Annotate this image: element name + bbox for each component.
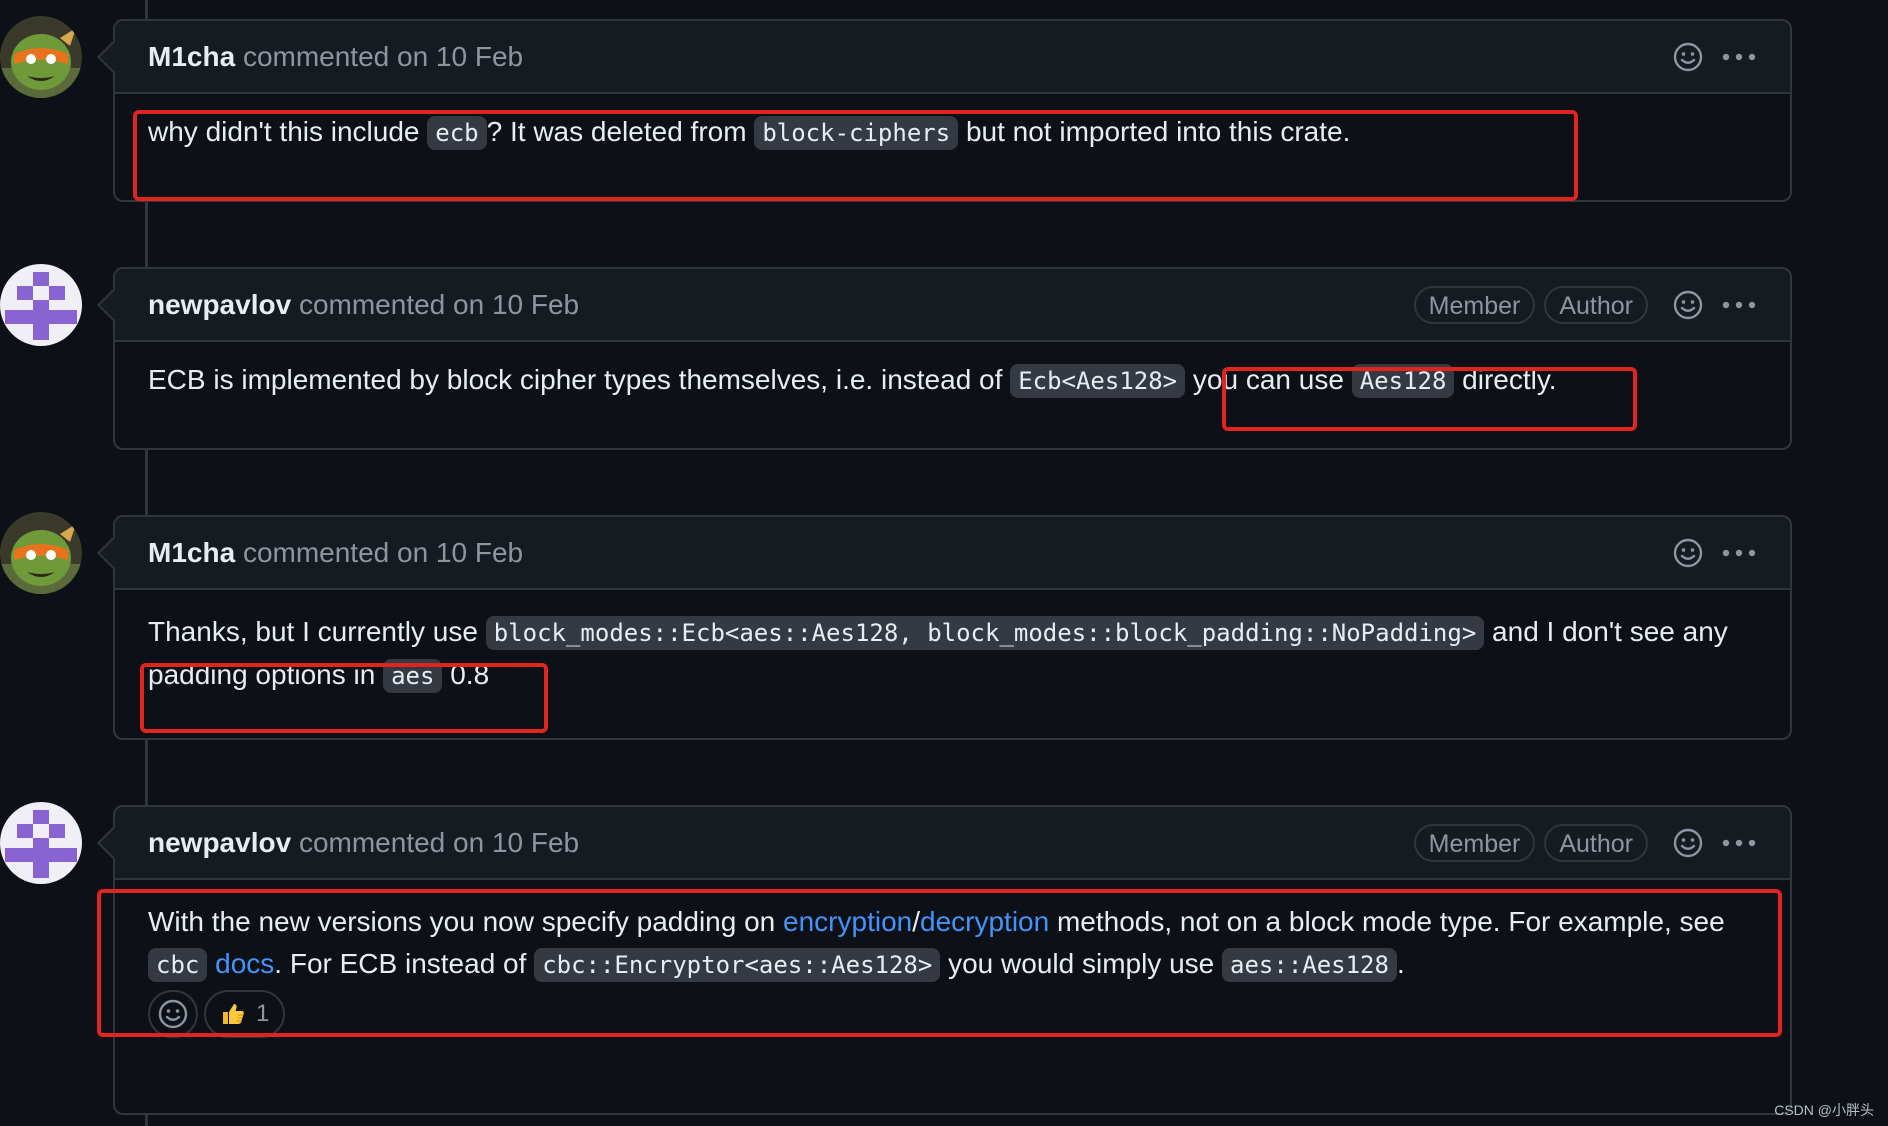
comment-header: newpavlov commented on 10 Feb Member Aut…: [115, 807, 1790, 880]
more-options-icon[interactable]: [1722, 839, 1756, 847]
inline-code: Ecb<Aes128>: [1010, 364, 1186, 398]
comment-author[interactable]: M1cha: [148, 537, 235, 568]
comment: newpavlov commented on 10 Feb Member Aut…: [97, 805, 1792, 1115]
comment-body: Thanks, but I currently use block_modes:…: [115, 590, 1790, 697]
body-text: ? It was deleted from: [486, 116, 755, 147]
avatar[interactable]: [0, 512, 82, 594]
body-text: directly.: [1454, 364, 1557, 395]
body-text: but not imported into this crate.: [958, 116, 1351, 147]
add-reaction-icon[interactable]: [1672, 537, 1704, 569]
author-badge: Author: [1544, 823, 1648, 862]
reactions-bar: 1: [115, 990, 1790, 1038]
doc-link[interactable]: decryption: [920, 906, 1049, 937]
body-text: . For ECB instead of: [274, 948, 535, 979]
inline-code: block-ciphers: [754, 116, 959, 150]
inline-code: Aes128: [1351, 364, 1455, 398]
comment-header: M1cha commented on 10 Feb: [115, 21, 1790, 94]
add-reaction-button[interactable]: [148, 990, 198, 1038]
body-text: why didn't this include: [148, 116, 428, 147]
avatar[interactable]: [0, 16, 82, 98]
comment: newpavlov commented on 10 Feb Member Aut…: [97, 267, 1792, 450]
comment-body: ECB is implemented by block cipher types…: [115, 342, 1790, 402]
body-text: ECB is implemented by block cipher types…: [148, 364, 1011, 395]
watermark: CSDN @小胖头: [1774, 1102, 1874, 1118]
inline-code: ecb: [427, 116, 487, 150]
body-text: .: [1396, 948, 1405, 979]
comment-timestamp[interactable]: commented on 10 Feb: [243, 537, 523, 568]
identicon-avatar-image: [0, 802, 82, 884]
identicon-avatar-image: [0, 264, 82, 346]
more-options-icon[interactable]: [1722, 549, 1756, 557]
member-badge: Member: [1413, 823, 1536, 862]
more-options-icon[interactable]: [1722, 53, 1756, 61]
comment-timestamp[interactable]: commented on 10 Feb: [299, 289, 579, 320]
reaction-count: 1: [256, 1000, 270, 1027]
comment-header: M1cha commented on 10 Feb: [115, 517, 1790, 590]
comment-timestamp[interactable]: commented on 10 Feb: [243, 41, 523, 72]
add-reaction-icon[interactable]: [1672, 289, 1704, 321]
ninja-turtle-avatar-image: [0, 16, 82, 98]
body-text: Thanks, but I currently use: [148, 616, 486, 647]
body-text: 0.8: [442, 659, 490, 690]
inline-code: block_modes::Ecb<aes::Aes128, block_mode…: [485, 616, 1485, 650]
thumbs-up-reaction-button[interactable]: 1: [204, 990, 286, 1038]
body-text: you would simply use: [940, 948, 1223, 979]
more-options-icon[interactable]: [1722, 301, 1756, 309]
add-reaction-icon[interactable]: [1672, 827, 1704, 859]
comment: M1cha commented on 10 Feb why didn't thi…: [97, 19, 1792, 202]
body-text: /: [912, 906, 920, 937]
comment-body: With the new versions you now specify pa…: [115, 880, 1790, 986]
comment-timestamp[interactable]: commented on 10 Feb: [299, 827, 579, 858]
inline-code: aes: [383, 659, 443, 693]
comment: M1cha commented on 10 Feb Thanks, but I …: [97, 515, 1792, 740]
inline-code: cbc::Encryptor<aes::Aes128>: [534, 948, 941, 982]
comment-body: why didn't this include ecb? It was dele…: [115, 94, 1790, 154]
body-text: [207, 948, 215, 979]
comment-author[interactable]: newpavlov: [148, 289, 291, 320]
doc-link[interactable]: encryption: [783, 906, 912, 937]
add-reaction-icon[interactable]: [1672, 41, 1704, 73]
smiley-icon: [158, 999, 188, 1029]
inline-code: cbc: [148, 948, 208, 982]
author-badge: Author: [1544, 285, 1648, 324]
comment-header: newpavlov commented on 10 Feb Member Aut…: [115, 269, 1790, 342]
inline-code: aes::Aes128: [1222, 948, 1397, 982]
avatar[interactable]: [0, 802, 82, 884]
comment-author[interactable]: newpavlov: [148, 827, 291, 858]
body-text: methods, not on a block mode type. For e…: [1049, 906, 1725, 937]
avatar[interactable]: [0, 264, 82, 346]
body-text: With the new versions you now specify pa…: [148, 906, 784, 937]
doc-link[interactable]: docs: [215, 948, 274, 979]
comment-author[interactable]: M1cha: [148, 41, 235, 72]
ninja-turtle-avatar-image: [0, 512, 82, 594]
thumbs-up-icon: [223, 1004, 244, 1024]
member-badge: Member: [1413, 285, 1536, 324]
body-text: you can use: [1185, 364, 1352, 395]
